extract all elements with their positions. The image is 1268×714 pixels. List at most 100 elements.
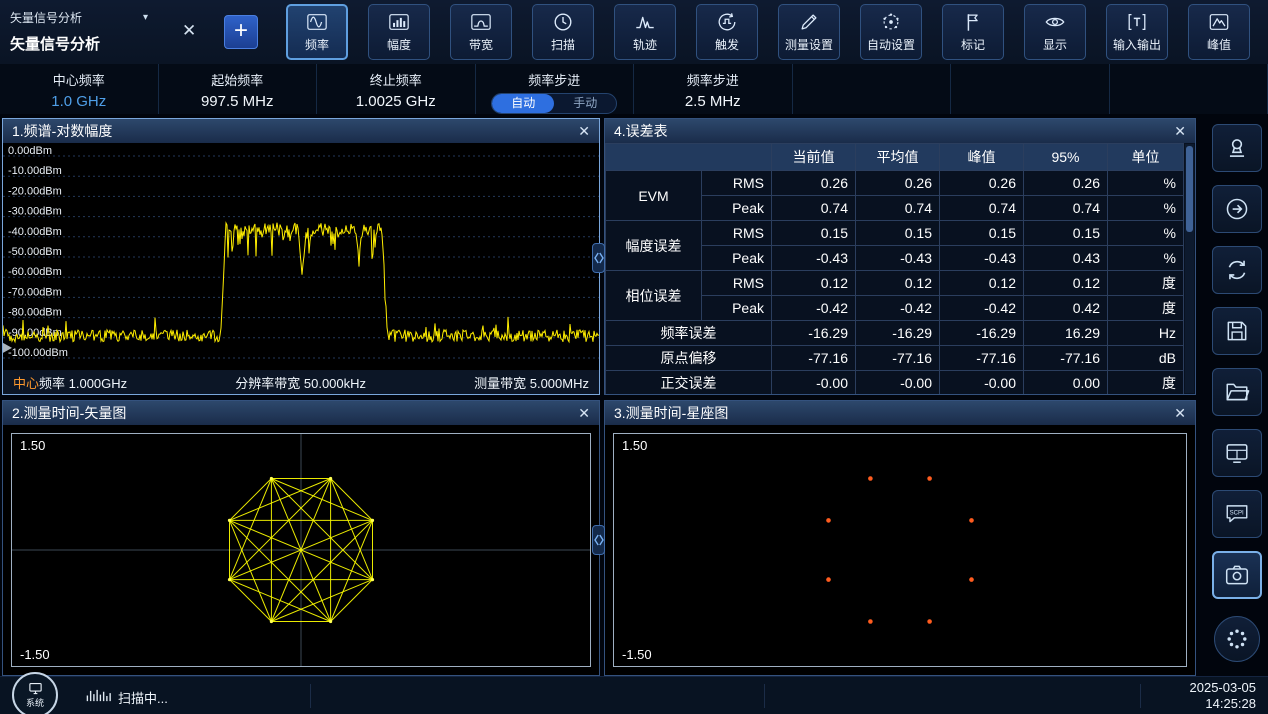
panel-title: 2.测量时间-矢量图 — [12, 403, 126, 423]
error-table-cell: EVM — [606, 171, 702, 221]
sidebar-button-settings-wheel[interactable] — [1214, 616, 1260, 662]
toolbar-button-trace[interactable]: 轨迹 — [614, 4, 676, 60]
toolbar-button-measure-setup[interactable]: 测量设置 — [778, 4, 840, 60]
error-table-cell: -0.43 — [856, 246, 940, 271]
error-table-scrollbar[interactable] — [1185, 144, 1194, 393]
monitor-icon — [28, 682, 43, 695]
toolbar-button-label: 测量设置 — [785, 36, 833, 53]
vector-plot-area[interactable]: 1.50 -1.50 — [3, 425, 599, 675]
error-table-header-row: 当前值平均值峰值95%单位 — [606, 144, 1184, 171]
setting-value: 1.0025 GHz — [317, 93, 475, 110]
error-table-cell: 0.26 — [1024, 171, 1108, 196]
error-table-cell: -0.42 — [856, 296, 940, 321]
svg-text:-40.00dBm: -40.00dBm — [8, 226, 62, 238]
panel-spectrum-titlebar[interactable]: 1.频谱-对数幅度 ✕ — [3, 119, 599, 143]
toolbar-button-peak[interactable]: 峰值 — [1188, 4, 1250, 60]
sidebar-button-restart[interactable] — [1212, 246, 1262, 294]
error-table-cell: RMS — [702, 171, 772, 196]
toggle-option[interactable]: 手动 — [554, 94, 616, 113]
toggle-option[interactable]: 自动 — [492, 94, 554, 113]
svg-text:-10.00dBm: -10.00dBm — [8, 165, 62, 177]
error-table-cell: -0.00 — [856, 371, 940, 395]
error-table-cell: -77.16 — [1024, 346, 1108, 371]
close-icon[interactable]: ✕ — [578, 123, 590, 140]
y-min-label: -1.50 — [622, 647, 652, 662]
resize-chevrons-icon — [594, 533, 604, 547]
sidebar-button-screenshot[interactable] — [1212, 551, 1262, 599]
error-table-cell: -0.42 — [772, 296, 856, 321]
sidebar-button-scpi[interactable]: SCPI — [1212, 490, 1262, 538]
toolbar-button-auto-setup[interactable]: 自动设置 — [860, 4, 922, 60]
mode-selector[interactable]: 矢量信号分析 ▾ 矢量信号分析 — [10, 9, 170, 54]
frequency-icon — [306, 11, 328, 33]
setting-freq-step[interactable]: 频率步进2.5 MHz — [634, 64, 793, 114]
error-table-cell: 正交误差 — [606, 371, 772, 395]
close-icon[interactable]: ✕ — [578, 405, 590, 422]
restart-icon — [1224, 257, 1250, 283]
datetime-display: 2025-03-05 14:25:28 — [1190, 680, 1257, 712]
system-button[interactable]: 系统 — [12, 672, 58, 714]
svg-text:-60.00dBm: -60.00dBm — [8, 266, 62, 278]
error-table-cell: 0.42 — [1024, 296, 1108, 321]
measure-setup-icon — [798, 11, 820, 33]
toolbar-button-display[interactable]: 显示 — [1024, 4, 1086, 60]
close-icon[interactable]: ✕ — [1174, 123, 1186, 140]
error-table-cell: -77.16 — [940, 346, 1024, 371]
toolbar-button-marker[interactable]: 标记 — [942, 4, 1004, 60]
toolbar-button-sweep[interactable]: 扫描 — [532, 4, 594, 60]
panel-constellation-titlebar[interactable]: 3.测量时间-星座图 ✕ — [605, 401, 1195, 425]
error-table-header: 平均值 — [856, 144, 940, 171]
add-mode-button[interactable]: + — [224, 15, 258, 49]
spectrum-plot[interactable]: 0.00dBm-10.00dBm-20.00dBm-30.00dBm-40.00… — [3, 143, 599, 370]
svg-text:-20.00dBm: -20.00dBm — [8, 185, 62, 197]
trigger-icon — [716, 11, 738, 33]
scrollbar-thumb[interactable] — [1186, 146, 1193, 232]
error-table-cell: 0.74 — [856, 196, 940, 221]
panel-vector-titlebar[interactable]: 2.测量时间-矢量图 ✕ — [3, 401, 599, 425]
setting-start-freq[interactable]: 起始频率997.5 MHz — [159, 64, 318, 114]
time-text: 14:25:28 — [1190, 696, 1257, 712]
toolbar-button-amplitude[interactable]: 幅度 — [368, 4, 430, 60]
close-mode-button[interactable]: ✕ — [182, 21, 196, 41]
sidebar-button-window-layout[interactable] — [1212, 429, 1262, 477]
spectrum-trace: 0.00dBm-10.00dBm-20.00dBm-30.00dBm-40.00… — [3, 143, 599, 370]
error-table-cell: 0.12 — [772, 271, 856, 296]
sidebar-button-preset[interactable] — [1212, 124, 1262, 172]
window-layout-icon — [1224, 440, 1250, 466]
toolbar-button-bandwidth[interactable]: 带宽 — [450, 4, 512, 60]
error-table-cell: 幅度误差 — [606, 221, 702, 271]
error-table-cell: -77.16 — [856, 346, 940, 371]
close-icon[interactable]: ✕ — [1174, 405, 1186, 422]
constellation-plot-area[interactable]: 1.50 -1.50 — [605, 425, 1195, 675]
sidebar-button-open[interactable] — [1212, 368, 1262, 416]
setting-freq-step-mode[interactable]: 频率步进自动手动 — [476, 64, 635, 114]
toolbar-button-trigger[interactable]: 触发 — [696, 4, 758, 60]
freq-step-mode-toggle[interactable]: 自动手动 — [491, 93, 617, 114]
toolbar-button-label: 输入输出 — [1113, 36, 1161, 53]
svg-text:-80.00dBm: -80.00dBm — [8, 307, 62, 319]
spectrum-footer: 中心频率 1.000GHz 分辨率带宽 50.000kHz 测量带宽 5.000… — [3, 370, 599, 394]
open-icon — [1224, 379, 1250, 405]
svg-text:-50.00dBm: -50.00dBm — [8, 246, 62, 258]
toolbar-button-frequency[interactable]: 频率 — [286, 4, 348, 60]
error-table-cell: -16.29 — [856, 321, 940, 346]
error-table-cell: 0.15 — [1024, 221, 1108, 246]
center-marker-label: 中心 — [13, 376, 39, 391]
panel-constellation: 3.测量时间-星座图 ✕ 1.50 -1.50 — [604, 400, 1196, 676]
setting-empty-cell — [1110, 64, 1268, 114]
panel-error-table-titlebar[interactable]: 4.误差表 ✕ — [605, 119, 1195, 143]
setting-stop-freq[interactable]: 终止频率1.0025 GHz — [317, 64, 476, 114]
sidebar-button-run[interactable] — [1212, 185, 1262, 233]
main-toolbar: 频率幅度带宽 扫描轨迹触发测量设置 自动设置标记显示输入输出 峰值 — [286, 4, 1250, 60]
error-table-cell: -16.29 — [772, 321, 856, 346]
svg-text:-100.00dBm: -100.00dBm — [8, 347, 68, 359]
sidebar-button-save[interactable] — [1212, 307, 1262, 355]
vsa-application: 矢量信号分析 ▾ 矢量信号分析 ✕ + 频率幅度带宽 扫描轨迹触发测量设置 自动设置… — [0, 0, 1268, 714]
toolbar-button-input-output[interactable]: 输入输出 — [1106, 4, 1168, 60]
screenshot-icon — [1224, 562, 1250, 588]
error-table-cell: RMS — [702, 271, 772, 296]
splitter-handle[interactable] — [592, 525, 605, 555]
toolbar-button-label: 带宽 — [469, 36, 493, 53]
setting-center-freq[interactable]: 中心频率1.0 GHz — [0, 64, 159, 114]
splitter-handle[interactable] — [592, 243, 605, 273]
